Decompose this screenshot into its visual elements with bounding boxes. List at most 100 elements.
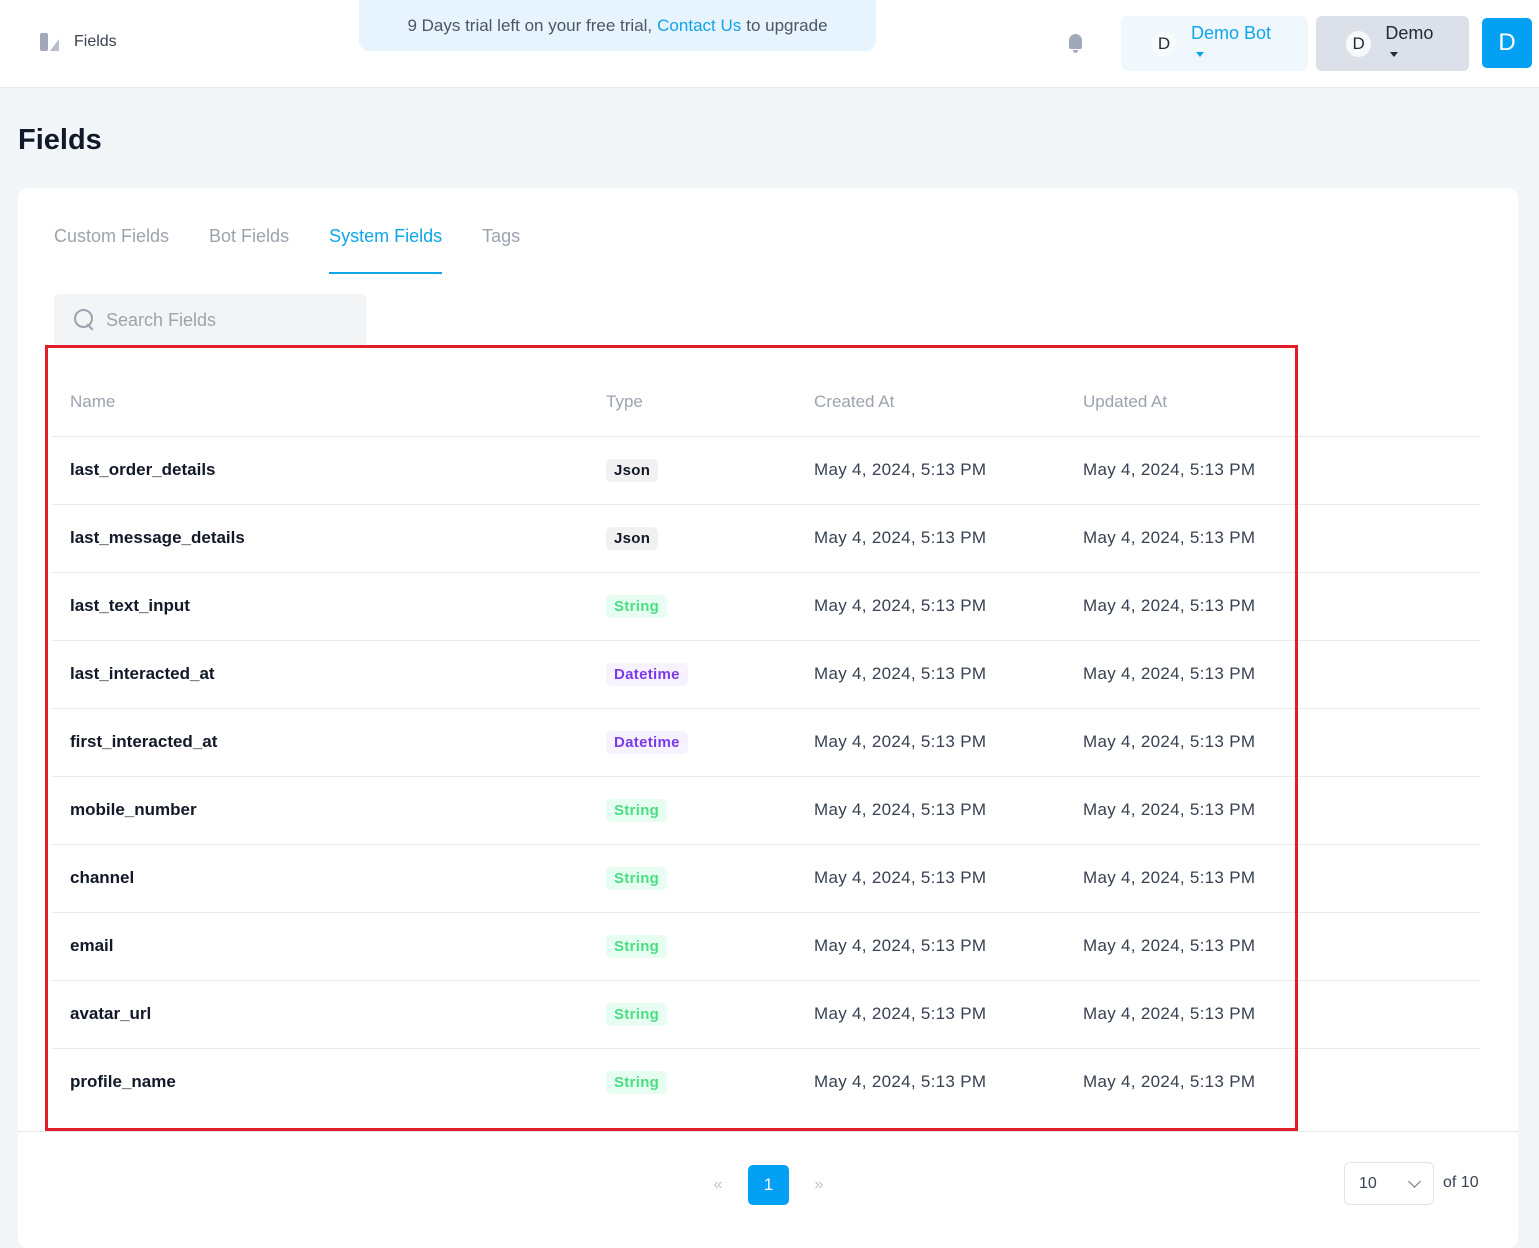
bot-avatar: D bbox=[1151, 30, 1177, 57]
prev-page-button[interactable]: « bbox=[708, 1176, 728, 1194]
updated-at: May 4, 2024, 5:13 PM bbox=[1065, 980, 1480, 1049]
type-badge: Datetime bbox=[606, 662, 688, 686]
type-cell: String bbox=[588, 844, 796, 913]
caret-down-icon bbox=[1195, 52, 1204, 58]
updated-at: May 4, 2024, 5:13 PM bbox=[1065, 504, 1480, 573]
updated-at: May 4, 2024, 5:13 PM bbox=[1065, 912, 1480, 981]
type-badge: String bbox=[606, 934, 668, 958]
breadcrumb: Fields bbox=[40, 33, 117, 51]
created-at: May 4, 2024, 5:13 PM bbox=[796, 912, 1065, 981]
table-row[interactable]: email String May 4, 2024, 5:13 PM May 4,… bbox=[52, 912, 1480, 981]
trial-banner: 9 Days trial left on your free trial, Co… bbox=[359, 0, 876, 51]
page-size-value: 10 bbox=[1359, 1174, 1377, 1192]
updated-at: May 4, 2024, 5:13 PM bbox=[1065, 776, 1480, 845]
fields-icon bbox=[40, 33, 60, 51]
top-header: Fields 9 Days trial left on your free tr… bbox=[0, 0, 1539, 88]
type-badge: String bbox=[606, 1002, 668, 1026]
updated-at: May 4, 2024, 5:13 PM bbox=[1065, 708, 1480, 777]
table-row[interactable]: last_order_details Json May 4, 2024, 5:1… bbox=[52, 436, 1480, 505]
type-badge: String bbox=[606, 594, 668, 618]
created-at: May 4, 2024, 5:13 PM bbox=[814, 1072, 987, 1092]
created-at: May 4, 2024, 5:13 PM bbox=[796, 436, 1065, 505]
fields-card: Custom Fields Bot Fields System Fields T… bbox=[18, 188, 1518, 1248]
created-at: May 4, 2024, 5:13 PM bbox=[796, 980, 1065, 1049]
created-at: May 4, 2024, 5:13 PM bbox=[796, 844, 1065, 913]
contact-us-link[interactable]: Contact Us bbox=[657, 16, 741, 36]
updated-at: May 4, 2024, 5:13 PM bbox=[1083, 1072, 1256, 1092]
tabs: Custom Fields Bot Fields System Fields T… bbox=[54, 226, 520, 274]
field-name: email bbox=[52, 912, 588, 981]
type-cell: Json bbox=[588, 436, 796, 505]
created-at: May 4, 2024, 5:13 PM bbox=[796, 708, 1065, 777]
created-at: May 4, 2024, 5:13 PM bbox=[796, 640, 1065, 709]
field-name: avatar_url bbox=[52, 980, 588, 1049]
type-cell: Json bbox=[588, 504, 796, 573]
field-name: last_order_details bbox=[52, 436, 588, 505]
field-name: last_message_details bbox=[52, 504, 588, 573]
tab-bot-fields[interactable]: Bot Fields bbox=[209, 226, 289, 274]
search-icon bbox=[74, 309, 96, 331]
bot-name: Demo Bot bbox=[1190, 22, 1272, 43]
field-name: last_text_input bbox=[52, 572, 588, 641]
tab-tags[interactable]: Tags bbox=[482, 226, 520, 274]
type-cell: String bbox=[588, 776, 796, 845]
type-cell: Datetime bbox=[588, 640, 796, 709]
updated-at: May 4, 2024, 5:13 PM bbox=[1065, 436, 1480, 505]
page-size-select[interactable]: 10 bbox=[1344, 1162, 1434, 1205]
workspace-avatar: D bbox=[1346, 30, 1372, 57]
table-row[interactable]: mobile_number String May 4, 2024, 5:13 P… bbox=[52, 776, 1480, 845]
type-cell: String bbox=[588, 980, 796, 1049]
chevron-down-icon bbox=[1408, 1174, 1421, 1188]
tab-custom-fields[interactable]: Custom Fields bbox=[54, 226, 169, 274]
table-row[interactable]: last_text_input String May 4, 2024, 5:13… bbox=[52, 572, 1480, 641]
type-badge: String bbox=[606, 798, 668, 822]
pagination: « 1 » bbox=[708, 1165, 829, 1205]
workspace-selector[interactable]: D Demo bbox=[1316, 16, 1469, 71]
column-created-at: Created At bbox=[796, 368, 1065, 437]
created-at: May 4, 2024, 5:13 PM bbox=[796, 776, 1065, 845]
bot-selector[interactable]: D Demo Bot bbox=[1121, 16, 1308, 71]
updated-at: May 4, 2024, 5:13 PM bbox=[1065, 640, 1480, 709]
column-updated-at: Updated At bbox=[1065, 368, 1480, 437]
trial-suffix: to upgrade bbox=[746, 15, 828, 35]
created-at: May 4, 2024, 5:13 PM bbox=[796, 504, 1065, 573]
column-type: Type bbox=[588, 368, 796, 437]
search-input[interactable] bbox=[106, 309, 346, 331]
table-row[interactable]: last_interacted_at Datetime May 4, 2024,… bbox=[52, 640, 1480, 709]
type-badge: String bbox=[606, 1070, 668, 1094]
type-badge: Json bbox=[606, 458, 659, 482]
table-row[interactable]: first_interacted_at Datetime May 4, 2024… bbox=[52, 708, 1480, 777]
user-avatar[interactable]: D bbox=[1482, 18, 1532, 68]
search-box bbox=[54, 294, 367, 346]
field-name: mobile_number bbox=[52, 776, 588, 845]
workspace-name: Demo bbox=[1385, 22, 1434, 43]
table-row[interactable]: last_message_details Json May 4, 2024, 5… bbox=[52, 504, 1480, 573]
field-name: first_interacted_at bbox=[52, 708, 588, 777]
next-page-button[interactable]: » bbox=[809, 1176, 829, 1194]
tab-system-fields[interactable]: System Fields bbox=[329, 226, 443, 274]
type-cell: String bbox=[588, 1048, 796, 1116]
fields-table: Name Type Created At Updated At last_ord… bbox=[52, 368, 1480, 1116]
page-title: Fields bbox=[18, 124, 102, 156]
page-1-button[interactable]: 1 bbox=[748, 1165, 789, 1205]
table-footer bbox=[18, 1131, 1518, 1132]
table-row[interactable]: channel String May 4, 2024, 5:13 PM May … bbox=[52, 844, 1480, 913]
column-name: Name bbox=[52, 368, 588, 437]
type-badge: Datetime bbox=[606, 730, 688, 754]
field-name: last_interacted_at bbox=[52, 640, 588, 709]
table-row[interactable]: profile_name String May 4, 2024, 5:13 PM… bbox=[52, 1048, 1480, 1116]
type-cell: String bbox=[588, 912, 796, 981]
table-header: Name Type Created At Updated At bbox=[52, 368, 1480, 437]
type-badge: Json bbox=[606, 526, 659, 550]
caret-down-icon bbox=[1390, 52, 1399, 58]
total-label: of 10 bbox=[1443, 1174, 1479, 1191]
created-at: May 4, 2024, 5:13 PM bbox=[796, 572, 1065, 641]
type-cell: Datetime bbox=[588, 708, 796, 777]
bell-icon[interactable] bbox=[1066, 32, 1086, 54]
type-cell: String bbox=[588, 572, 796, 641]
breadcrumb-label: Fields bbox=[74, 33, 117, 50]
table-row[interactable]: avatar_url String May 4, 2024, 5:13 PM M… bbox=[52, 980, 1480, 1049]
trial-text: 9 Days trial left on your free trial, bbox=[407, 15, 653, 35]
updated-at: May 4, 2024, 5:13 PM bbox=[1065, 844, 1480, 913]
updated-at: May 4, 2024, 5:13 PM bbox=[1065, 572, 1480, 641]
